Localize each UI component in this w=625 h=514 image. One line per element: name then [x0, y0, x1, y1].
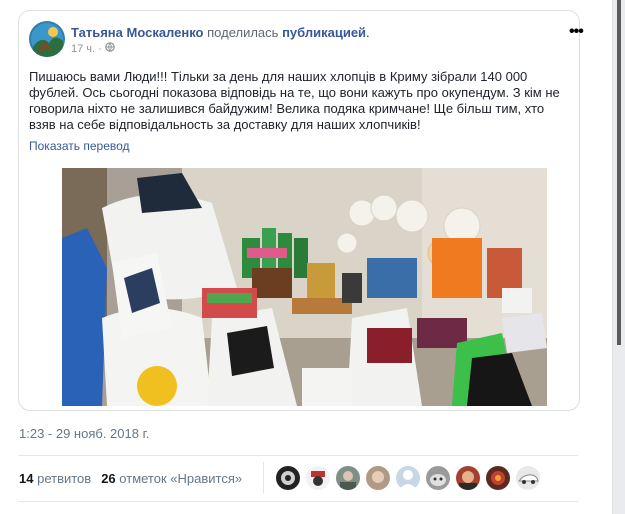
author-line: Татьяна Москаленко поделилась публикацие…	[71, 25, 370, 40]
author-name[interactable]: Татьяна Москаленко	[71, 25, 204, 40]
author-avatar[interactable]	[29, 21, 65, 57]
liker-avatar[interactable]	[426, 466, 450, 490]
meta-separator: ·	[98, 42, 102, 55]
likes-count: 26	[101, 471, 116, 486]
liker-avatar[interactable]	[486, 466, 510, 490]
tweet-timestamp[interactable]: 1:23 - 29 нояб. 2018 г.	[19, 426, 149, 441]
liker-avatar[interactable]	[516, 466, 540, 490]
globe-icon	[104, 42, 115, 55]
scrollbar-thumb[interactable]	[617, 0, 621, 345]
likes-label: отметок «Нравится»	[119, 471, 243, 486]
embedded-facebook-post[interactable]: Татьяна Москаленко поделилась публикацие…	[18, 10, 584, 411]
retweets-stat[interactable]: 14 ретвитов	[19, 471, 91, 486]
stats-separator	[263, 462, 264, 494]
more-dots-icon[interactable]: •••	[569, 23, 584, 41]
retweets-label: ретвитов	[37, 471, 92, 486]
author-action: поделилась	[207, 25, 279, 40]
post-photo[interactable]	[62, 168, 547, 406]
right-scrollbar[interactable]	[612, 0, 625, 514]
retweets-count: 14	[19, 471, 34, 486]
author-line-period: .	[366, 25, 370, 40]
post-time[interactable]: 17 ч.	[71, 43, 95, 55]
liker-avatar[interactable]	[456, 466, 480, 490]
show-translation-link[interactable]: Показать перевод	[29, 139, 130, 153]
post-meta: 17 ч. ·	[71, 42, 115, 55]
liker-avatar[interactable]	[396, 466, 420, 490]
liker-avatar[interactable]	[276, 466, 300, 490]
liker-avatar[interactable]	[306, 466, 330, 490]
liker-avatar[interactable]	[366, 466, 390, 490]
publication-link[interactable]: публикацией	[282, 25, 366, 40]
divider-bottom	[18, 501, 578, 502]
likes-stat[interactable]: 26 отметок «Нравится»	[101, 471, 242, 486]
divider-top	[18, 455, 578, 456]
likers-avatars	[276, 466, 540, 490]
tweet-stats: 14 ретвитов 26 отметок «Нравится»	[19, 471, 242, 486]
post-text: Пишаюсь вами Люди!!! Тільки за день для …	[29, 69, 560, 132]
liker-avatar[interactable]	[336, 466, 360, 490]
